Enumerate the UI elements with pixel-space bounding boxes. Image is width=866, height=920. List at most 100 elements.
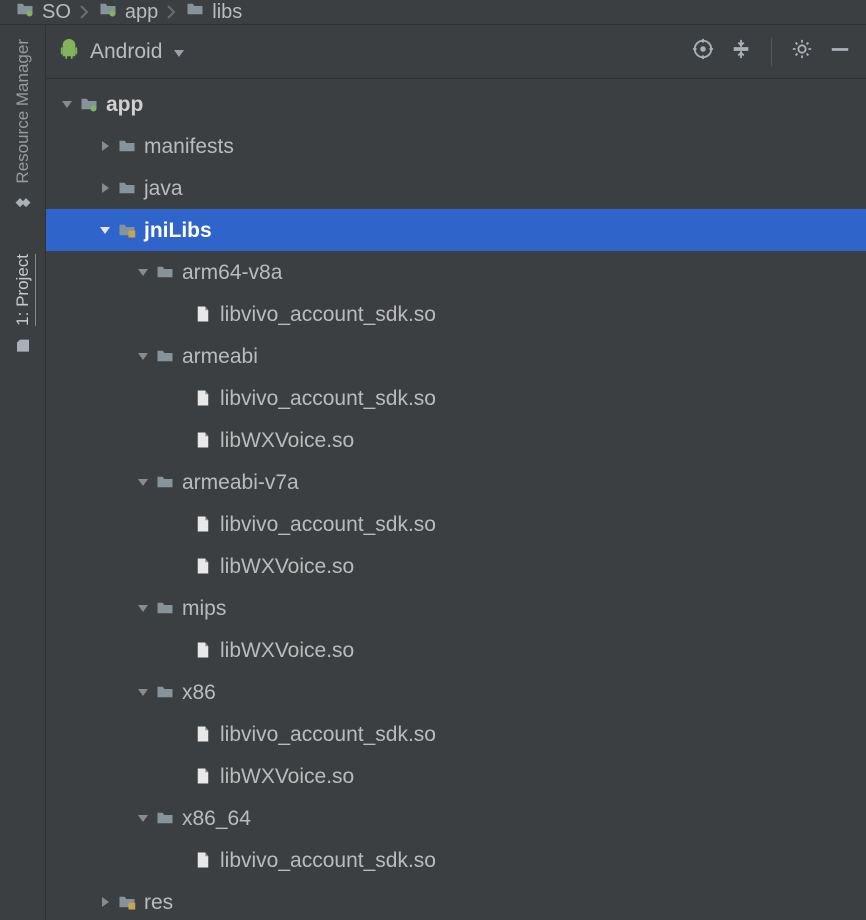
breadcrumb-label: SO bbox=[42, 1, 71, 24]
folder-icon bbox=[152, 809, 178, 827]
breadcrumb-label: app bbox=[125, 1, 158, 24]
file-icon bbox=[190, 640, 216, 660]
tab-resource-manager[interactable]: Resource Manager bbox=[9, 25, 37, 226]
tree-row[interactable]: res bbox=[46, 881, 866, 920]
tree-row[interactable]: armeabi bbox=[46, 335, 866, 377]
collapse-icon bbox=[730, 38, 752, 65]
tree-row-label: armeabi bbox=[182, 346, 258, 367]
view-selector-label: Android bbox=[90, 40, 162, 64]
collapse-all-button[interactable] bbox=[727, 38, 755, 66]
breadcrumb-item[interactable]: libs bbox=[184, 0, 242, 24]
expand-arrow-icon bbox=[96, 182, 114, 194]
project-panel-header: Android bbox=[46, 25, 866, 79]
breadcrumb-item[interactable]: app bbox=[97, 0, 158, 24]
tree-row[interactable]: libvivo_account_sdk.so bbox=[46, 293, 866, 335]
expand-arrow-icon bbox=[96, 140, 114, 152]
tree-row-label: libvivo_account_sdk.so bbox=[220, 388, 436, 409]
locate-button[interactable] bbox=[689, 38, 717, 66]
expand-arrow-icon bbox=[96, 896, 114, 908]
tree-row[interactable]: libvivo_account_sdk.so bbox=[46, 713, 866, 755]
tree-row-label: arm64-v8a bbox=[182, 262, 282, 283]
folder-icon bbox=[152, 347, 178, 365]
tree-row-label: libWXVoice.so bbox=[220, 640, 354, 661]
breadcrumb-label: libs bbox=[212, 1, 242, 24]
tree-row-label: mips bbox=[182, 598, 226, 619]
file-icon bbox=[190, 388, 216, 408]
expand-arrow-icon bbox=[134, 813, 152, 823]
tree-row[interactable]: libWXVoice.so bbox=[46, 629, 866, 671]
tree-row[interactable]: libvivo_account_sdk.so bbox=[46, 503, 866, 545]
tree-row-label: java bbox=[144, 178, 183, 199]
tree-row[interactable]: libWXVoice.so bbox=[46, 419, 866, 461]
module-folder-icon bbox=[97, 0, 119, 24]
tree-row-label: libWXVoice.so bbox=[220, 430, 354, 451]
tree-row-label: x86_64 bbox=[182, 808, 251, 829]
file-icon bbox=[190, 430, 216, 450]
android-icon bbox=[58, 38, 80, 66]
folder-icon bbox=[184, 0, 206, 24]
file-icon bbox=[190, 556, 216, 576]
expand-arrow-icon bbox=[134, 351, 152, 361]
tree-row-label: libvivo_account_sdk.so bbox=[220, 304, 436, 325]
tree-row-label: libvivo_account_sdk.so bbox=[220, 724, 436, 745]
gear-icon bbox=[791, 38, 813, 65]
folder-icon bbox=[152, 263, 178, 281]
settings-button[interactable] bbox=[788, 38, 816, 66]
expand-arrow-icon bbox=[58, 99, 76, 109]
module-folder-icon bbox=[14, 0, 36, 24]
file-icon bbox=[190, 304, 216, 324]
folder-icon bbox=[114, 137, 140, 155]
tree-row[interactable]: manifests bbox=[46, 125, 866, 167]
tree-row[interactable]: x86_64 bbox=[46, 797, 866, 839]
folder-icon bbox=[152, 473, 178, 491]
tool-window-strip: Resource Manager 1: Project bbox=[0, 25, 46, 920]
project-view-selector[interactable]: Android bbox=[58, 38, 186, 66]
tree-row-label: manifests bbox=[144, 136, 234, 157]
tree-row[interactable]: x86 bbox=[46, 671, 866, 713]
tree-row-label: libWXVoice.so bbox=[220, 556, 354, 577]
tree-row[interactable]: libWXVoice.so bbox=[46, 545, 866, 587]
tree-row[interactable]: libvivo_account_sdk.so bbox=[46, 839, 866, 881]
tree-row[interactable]: mips bbox=[46, 587, 866, 629]
tree-row-label: jniLibs bbox=[144, 220, 212, 241]
expand-arrow-icon bbox=[134, 267, 152, 277]
file-icon bbox=[190, 766, 216, 786]
expand-arrow-icon bbox=[134, 687, 152, 697]
tree-row[interactable]: jniLibs bbox=[46, 209, 866, 251]
folder-icon bbox=[152, 683, 178, 701]
tree-row-label: libvivo_account_sdk.so bbox=[220, 850, 436, 871]
expand-arrow-icon bbox=[96, 225, 114, 235]
chevron-right-icon bbox=[166, 5, 176, 19]
project-tree[interactable]: appmanifests java jniLibs arm64-v8a libvivo_… bbox=[46, 79, 866, 920]
tree-row-label: armeabi-v7a bbox=[182, 472, 299, 493]
folder-icon bbox=[152, 599, 178, 617]
diamond-icon bbox=[14, 194, 32, 212]
tree-row-label: res bbox=[144, 892, 173, 913]
hide-button[interactable] bbox=[826, 38, 854, 66]
tree-row-label: libvivo_account_sdk.so bbox=[220, 514, 436, 535]
tree-row[interactable]: arm64-v8a bbox=[46, 251, 866, 293]
dropdown-arrow-icon bbox=[172, 40, 186, 64]
tab-project[interactable]: 1: Project bbox=[9, 240, 37, 368]
tree-row[interactable]: libWXVoice.so bbox=[46, 755, 866, 797]
file-icon bbox=[190, 850, 216, 870]
folder-res-icon bbox=[114, 221, 140, 239]
tab-label: 1: Project bbox=[13, 254, 33, 326]
file-icon bbox=[190, 514, 216, 534]
minimize-icon bbox=[829, 38, 851, 65]
tree-row-label: x86 bbox=[182, 682, 216, 703]
project-icon bbox=[14, 335, 32, 353]
tree-row[interactable]: java bbox=[46, 167, 866, 209]
file-icon bbox=[190, 724, 216, 744]
expand-arrow-icon bbox=[134, 477, 152, 487]
breadcrumb: SO app libs bbox=[0, 0, 866, 25]
target-icon bbox=[692, 38, 714, 65]
expand-arrow-icon bbox=[134, 603, 152, 613]
separator bbox=[771, 38, 772, 66]
project-panel: Android appmanifests java jniLibs arm64-v8a… bbox=[46, 25, 866, 920]
tree-row[interactable]: armeabi-v7a bbox=[46, 461, 866, 503]
tree-row[interactable]: app bbox=[46, 83, 866, 125]
tree-row-label: app bbox=[106, 94, 143, 115]
breadcrumb-item[interactable]: SO bbox=[14, 0, 71, 24]
tree-row[interactable]: libvivo_account_sdk.so bbox=[46, 377, 866, 419]
